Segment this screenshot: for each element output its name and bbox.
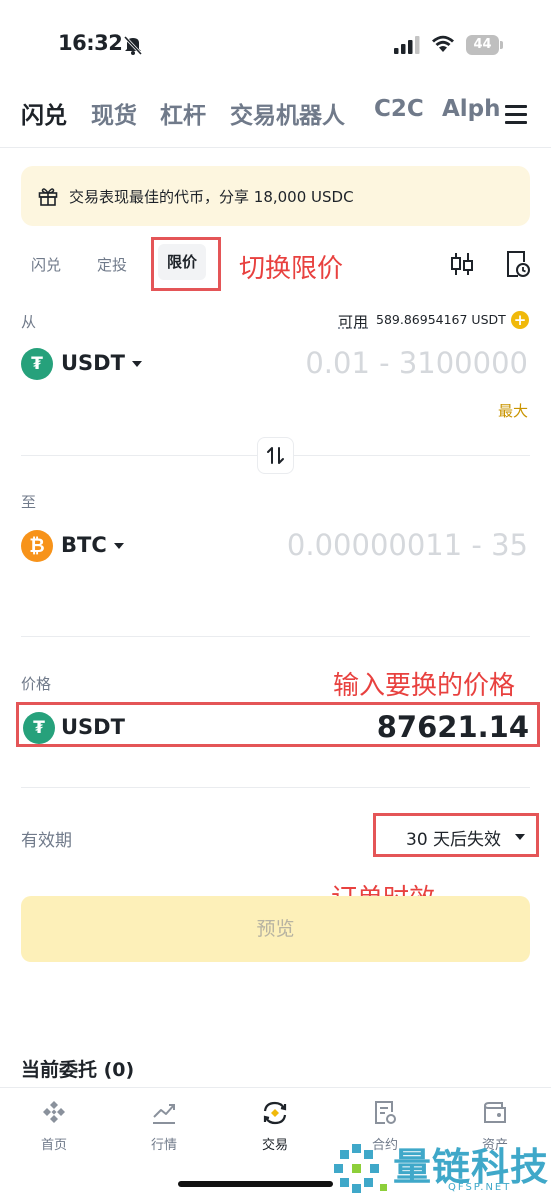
nav-trade[interactable]: 交易 — [240, 1098, 310, 1153]
annotation-box-validity — [373, 813, 539, 857]
swap-arrows-icon — [267, 447, 284, 464]
gift-icon — [38, 188, 58, 206]
status-time: 16:32 — [58, 31, 123, 55]
menu-icon[interactable] — [505, 103, 529, 125]
top-tabs: 闪兑 现货 杠杆 交易机器人 C2C Alph — [0, 96, 551, 140]
to-label: 至 — [21, 493, 37, 511]
cellular-signal-icon — [394, 36, 420, 54]
from-label: 从 — [21, 313, 37, 331]
mode-tab-recurring[interactable]: 定投 — [97, 254, 127, 275]
promo-banner[interactable]: 交易表现最佳的代币，分享 18,000 USDC — [21, 166, 530, 226]
watermark: 量链科技 QFSP.NET — [330, 1136, 551, 1200]
from-amount-input[interactable]: 0.01 - 3100000 — [305, 346, 528, 380]
home-logo-icon — [43, 1101, 65, 1123]
annotation-box-limit — [151, 237, 221, 291]
trade-exchange-icon — [263, 1101, 287, 1125]
to-coin-name[interactable]: BTC — [61, 533, 107, 557]
candlestick-chart-icon[interactable] — [450, 251, 474, 277]
nav-home-label: 首页 — [40, 1138, 67, 1153]
annotation-box-price — [16, 702, 540, 747]
wallet-icon — [483, 1102, 506, 1123]
watermark-domain: QFSP.NET — [448, 1182, 512, 1193]
battery-icon: 44 — [466, 35, 504, 55]
open-orders-title[interactable]: 当前委托 (0) — [21, 1055, 134, 1082]
top-tab-margin[interactable]: 杠杆 — [160, 96, 206, 130]
available-balance: 589.86954167 USDT — [376, 312, 506, 327]
bell-off-icon — [123, 35, 143, 56]
divider — [21, 787, 530, 788]
bitcoin-coin-icon: ₿ — [21, 530, 53, 562]
annotation-switch-limit: 切换限价 — [239, 254, 344, 284]
top-tab-trading-bots[interactable]: 交易机器人 — [230, 96, 345, 130]
order-history-icon[interactable] — [505, 250, 531, 278]
wifi-icon — [432, 35, 454, 52]
annotation-enter-price: 输入要换的价格 — [333, 671, 516, 701]
nav-markets[interactable]: 行情 — [129, 1098, 199, 1153]
to-amount-input[interactable]: 0.00000011 - 35 — [287, 528, 528, 562]
divider — [21, 636, 530, 637]
from-coin-name[interactable]: USDT — [61, 351, 125, 375]
swap-direction-button[interactable] — [257, 437, 294, 474]
top-tab-alpha[interactable]: Alph — [442, 96, 501, 122]
max-button[interactable]: 最大 — [498, 400, 528, 421]
validity-label: 有效期 — [21, 831, 72, 851]
chevron-down-icon[interactable] — [114, 543, 124, 549]
futures-document-icon — [375, 1101, 396, 1124]
divider — [0, 147, 551, 148]
available-label: 可用 — [338, 313, 369, 331]
plus-icon[interactable]: + — [511, 311, 529, 329]
market-chart-icon — [153, 1104, 175, 1124]
top-tab-convert[interactable]: 闪兑 — [21, 96, 67, 130]
nav-markets-label: 行情 — [150, 1138, 177, 1153]
top-tab-c2c[interactable]: C2C — [374, 96, 424, 122]
mode-tab-swap[interactable]: 闪兑 — [31, 254, 61, 275]
battery-level: 44 — [466, 35, 499, 55]
status-bar: 16:32 44 — [0, 0, 551, 90]
nav-trade-label: 交易 — [261, 1138, 288, 1153]
watermark-logo-icon — [334, 1144, 387, 1193]
promo-text: 交易表现最佳的代币，分享 18,000 USDC — [69, 188, 354, 206]
nav-home[interactable]: 首页 — [19, 1098, 89, 1153]
top-tab-spot[interactable]: 现货 — [91, 96, 137, 130]
price-label: 价格 — [21, 675, 52, 693]
tether-coin-icon: ₮ — [21, 348, 53, 380]
chevron-down-icon[interactable] — [132, 361, 142, 367]
preview-button[interactable]: 预览 — [21, 896, 530, 962]
home-indicator — [178, 1181, 333, 1187]
